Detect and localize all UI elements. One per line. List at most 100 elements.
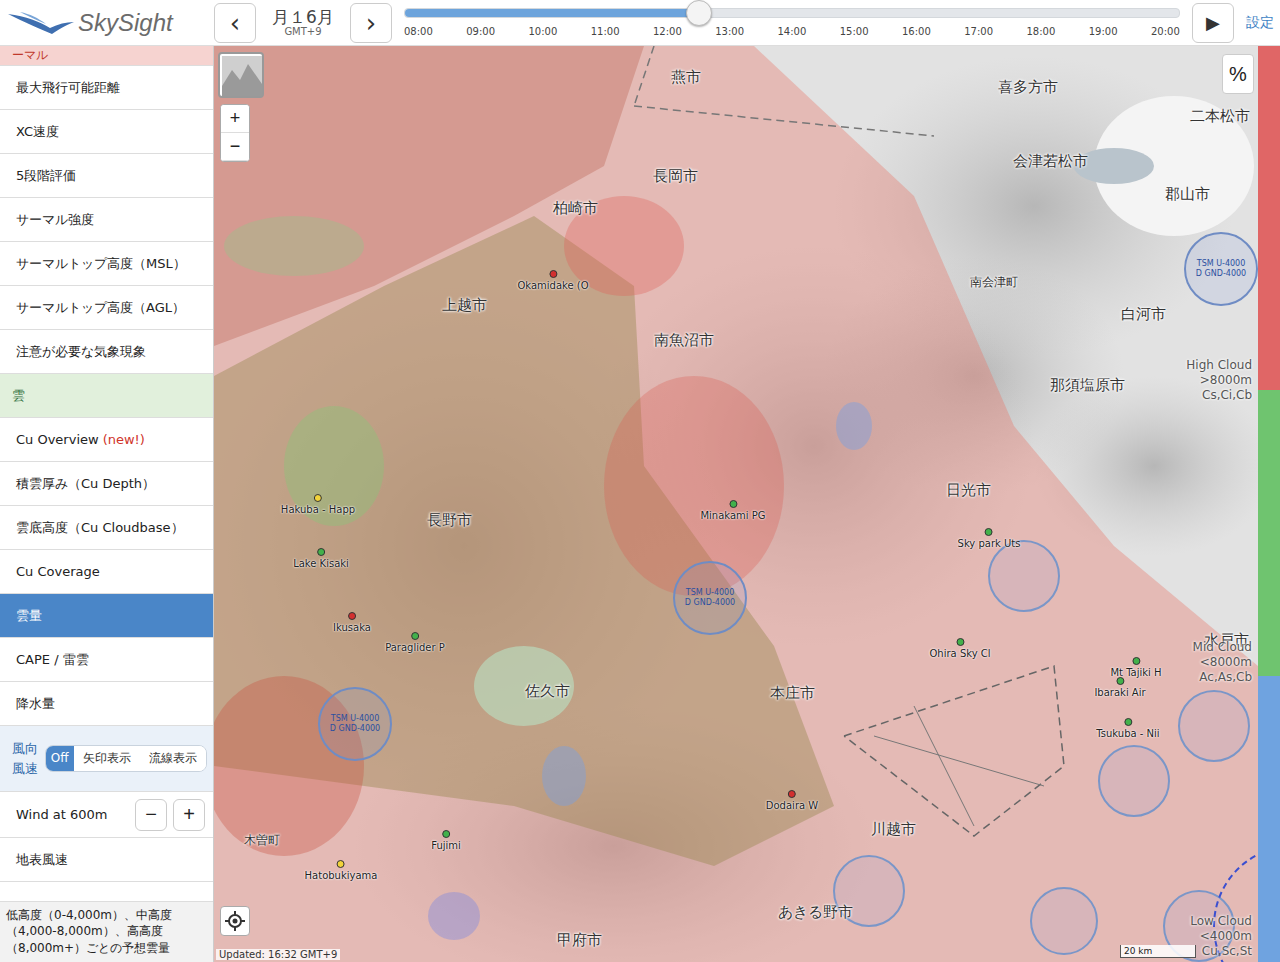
time-tick: 08:00 <box>404 26 433 37</box>
city-label: 川越市 <box>871 820 916 839</box>
color-bar-segment <box>1258 676 1280 962</box>
sidebar-item[interactable]: 最大飛行可能距離 <box>0 66 213 110</box>
city-label: 本庄市 <box>770 684 815 703</box>
flying-site-pin[interactable]: Tsukuba - Nii <box>1096 718 1159 739</box>
city-label: 南会津町 <box>970 274 1018 291</box>
city-label: 上越市 <box>442 296 487 315</box>
sidebar-item[interactable]: サーマルトップ高度（MSL） <box>0 242 213 286</box>
city-label: 燕市 <box>671 68 701 87</box>
opacity-button[interactable]: % <box>1222 54 1254 94</box>
slider-track[interactable] <box>404 8 1180 18</box>
flying-site-pin[interactable]: Ikusaka <box>333 612 371 633</box>
wind-display-row: 風向風速Off矢印表示流線表示 <box>0 726 213 792</box>
sidebar-item[interactable]: 雲量 <box>0 594 213 638</box>
flying-site-pin[interactable]: Fujimi <box>431 830 461 851</box>
zoom-controls: +− <box>220 104 250 162</box>
cloud-layer-legend: Mid Cloud<8000mAc,As,Cb <box>1193 640 1252 685</box>
new-badge: (new!) <box>103 432 145 447</box>
flying-site-pin[interactable]: Minakami PG <box>700 500 765 521</box>
sidebar-item[interactable]: Cu Coverage <box>0 550 213 594</box>
cloud-layer-legend: High Cloud>8000mCs,Ci,Cb <box>1186 358 1252 403</box>
site-dot-icon <box>1116 677 1124 685</box>
sidebar-item[interactable]: 雲底高度（Cu Cloudbase） <box>0 506 213 550</box>
sidebar-item[interactable]: 注意が必要な気象現象 <box>0 330 213 374</box>
site-dot-icon <box>549 270 557 278</box>
time-tick: 20:00 <box>1151 26 1180 37</box>
decrease-button[interactable]: − <box>135 799 167 831</box>
site-dot-icon <box>1132 657 1140 665</box>
prev-day-button[interactable]: ‹ <box>214 3 256 43</box>
time-tick: 12:00 <box>653 26 682 37</box>
sidebar-item[interactable]: 5段階評価 <box>0 154 213 198</box>
site-dot-icon <box>956 638 964 646</box>
time-tick: 18:00 <box>1027 26 1056 37</box>
wind-height-row: Wind at 600m−+ <box>0 792 213 838</box>
sidebar-item[interactable]: XC速度 <box>0 110 213 154</box>
settings-button[interactable]: 設定 <box>1242 14 1274 32</box>
toggle-option[interactable]: 矢印表示 <box>74 746 140 771</box>
top-bar: SkySight‹月１6月GMT+9›08:0009:0010:0011:001… <box>0 0 1280 46</box>
city-label: 那須塩原市 <box>1050 376 1125 395</box>
city-label: あきる野市 <box>778 903 853 922</box>
map[interactable]: TSM U-4000D GND-4000TSM U-4000D GND-4000… <box>214 46 1258 962</box>
city-label: 長岡市 <box>653 167 698 186</box>
city-label: 日光市 <box>946 481 991 500</box>
site-dot-icon <box>337 860 345 868</box>
layer-description: 低高度（0-4,000m）、中高度（4,000-8,000m）、高高度（8,00… <box>0 901 213 962</box>
flying-site-pin[interactable]: Ohira Sky Cl <box>929 638 990 659</box>
sidebar-item[interactable]: 地表風速 <box>0 838 213 882</box>
skysight-app: SkySight‹月１6月GMT+9›08:0009:0010:0011:001… <box>0 0 1280 962</box>
site-dot-icon <box>788 790 796 798</box>
flying-site-pin[interactable]: Okamidake (O <box>517 270 588 291</box>
scale-bar: 20 km <box>1120 945 1196 958</box>
time-tick: 11:00 <box>591 26 620 37</box>
site-dot-icon <box>442 830 450 838</box>
time-ticks: 08:0009:0010:0011:0012:0013:0014:0015:00… <box>404 26 1180 37</box>
flying-site-pin[interactable]: Sky park Uts <box>958 528 1021 549</box>
sidebar-item[interactable]: 降水量 <box>0 682 213 726</box>
zoom-out-button[interactable]: − <box>221 133 249 161</box>
city-label: 喜多方市 <box>998 78 1058 97</box>
wind-display-toggle: Off矢印表示流線表示 <box>45 745 207 772</box>
sidebar-item[interactable]: 積雲厚み（Cu Depth） <box>0 462 213 506</box>
date-display[interactable]: 月１6月GMT+9 <box>264 8 342 38</box>
toggle-option[interactable]: 流線表示 <box>140 746 206 771</box>
slider-knob[interactable] <box>686 0 712 26</box>
locate-button[interactable] <box>220 906 250 936</box>
site-dot-icon <box>317 548 325 556</box>
time-slider[interactable]: 08:0009:0010:0011:0012:0013:0014:0015:00… <box>400 8 1184 37</box>
time-tick: 17:00 <box>964 26 993 37</box>
cloud-layer-color-bar <box>1258 46 1280 962</box>
city-label: 郡山市 <box>1165 185 1210 204</box>
flying-site-pin[interactable]: Dodaira W <box>766 790 818 811</box>
updated-time: Updated: 16:32 GMT+9 <box>216 949 340 960</box>
flying-site-pin[interactable]: Mt Tajiki H <box>1110 657 1161 678</box>
increase-button[interactable]: + <box>173 799 205 831</box>
play-button[interactable]: ▶ <box>1192 3 1234 43</box>
sidebar-item[interactable]: Cu Overview(new!) <box>0 418 213 462</box>
next-day-button[interactable]: › <box>350 3 392 43</box>
logo[interactable]: SkySight <box>6 8 206 38</box>
cloud-layer-legend: Low Cloud<4000mCu,Sc,St <box>1190 914 1252 959</box>
sidebar-item[interactable]: CAPE / 雷雲 <box>0 638 213 682</box>
city-label: 白河市 <box>1121 305 1166 324</box>
flying-site-pin[interactable]: Paraglider P <box>385 632 445 653</box>
site-dot-icon <box>348 612 356 620</box>
city-label: 会津若松市 <box>1013 152 1088 171</box>
site-dot-icon <box>411 632 419 640</box>
flying-site-pin[interactable]: Hakuba - Happ <box>281 494 355 515</box>
sidebar-item[interactable]: サーマル強度 <box>0 198 213 242</box>
city-label: 柏崎市 <box>553 199 598 218</box>
zoom-in-button[interactable]: + <box>221 105 249 133</box>
flying-site-pin[interactable]: Hatobukiyama <box>305 860 378 881</box>
airspace-label: TSM U-4000D GND-4000 <box>1196 259 1246 278</box>
city-label: 木曽町 <box>244 832 280 849</box>
sidebar-item[interactable]: サーマルトップ高度（AGL） <box>0 286 213 330</box>
flying-site-pin[interactable]: Ibaraki Air <box>1094 677 1145 698</box>
terrain-thumbnail-icon <box>222 56 262 96</box>
city-label: 甲府市 <box>557 931 602 950</box>
toggle-option[interactable]: Off <box>46 746 74 771</box>
time-tick: 16:00 <box>902 26 931 37</box>
base-layer-button[interactable] <box>218 52 264 98</box>
flying-site-pin[interactable]: Lake Kisaki <box>293 548 349 569</box>
